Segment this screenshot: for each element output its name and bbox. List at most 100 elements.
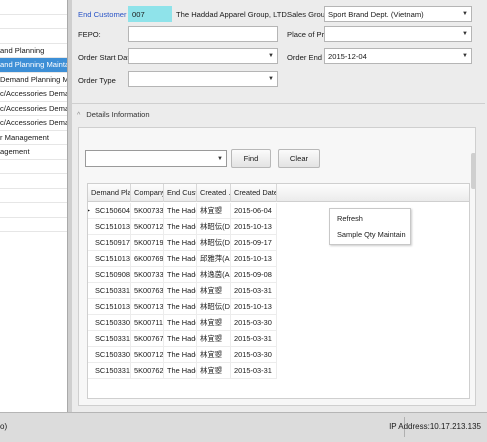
table-cell: SC1509170006 — [88, 235, 131, 251]
status-text: o) — [0, 422, 8, 431]
table-row[interactable]: SC15091700065K007199The Hadd...林昭伝(D...2… — [88, 235, 277, 251]
status-bar: o) IP Address:10.17.213.135 — [0, 412, 487, 442]
collapse-icon[interactable]: ^ — [77, 112, 80, 119]
table-cell: 5K007622 — [131, 363, 164, 379]
menu-item-sample-qty-maintain[interactable]: Sample Qty Maintain — [330, 227, 410, 243]
table-cell: 邱雅萍(A... — [197, 251, 231, 267]
nav-item[interactable]: c/Accessories Demand ... — [0, 87, 67, 102]
table-cell: 5K007331 — [131, 267, 164, 283]
sales-group-select[interactable]: Sport Brand Dept. (Vietnam) ▼ — [324, 6, 472, 22]
table-cell: 林宜曌 — [197, 315, 231, 331]
order-end-date-picker[interactable]: 2015-12-04 ▼ — [324, 48, 472, 64]
column-header[interactable]: Demand Plan... — [88, 184, 131, 202]
table-cell: 5K007120 — [131, 347, 164, 363]
table-cell: 林昭伝(D... — [197, 299, 231, 315]
menu-item-refresh[interactable]: Refresh — [330, 211, 410, 227]
table-row[interactable]: SC15090800045K007331The Hadd...林逸茵(A...2… — [88, 267, 277, 283]
table-cell: 2015-09-17 — [231, 235, 277, 251]
table-row[interactable]: SC15060400045K007336The Hadd...林宜曌2015-0… — [88, 203, 277, 219]
table-row[interactable]: SC15033000275K007120The Hadd...林宜曌2015-0… — [88, 347, 277, 363]
table-cell: SC1509080004 — [88, 267, 131, 283]
table-cell: 5K007199 — [131, 235, 164, 251]
fepo-label: FEPO: — [78, 30, 101, 39]
place-of-production-select[interactable]: ▼ — [324, 26, 472, 42]
table-cell: The Hadd... — [164, 203, 197, 219]
nav-item-demand-planning[interactable]: and Planning — [0, 44, 67, 58]
fepo-input[interactable] — [128, 26, 278, 42]
nav-item[interactable] — [0, 203, 67, 218]
table-cell: 5K007138 — [131, 299, 164, 315]
nav-item[interactable]: r Management — [0, 131, 67, 145]
table-cell: 2015-03-31 — [231, 363, 277, 379]
table-cell: 2015-03-31 — [231, 331, 277, 347]
end-customer-name-field: The Haddad Apparel Group, LTD. — [172, 6, 289, 22]
table-row[interactable]: SC15033100045K007622The Hadd...林宜曌2015-0… — [88, 363, 277, 379]
sales-group-label: Sales Group — [287, 10, 330, 19]
table-cell: 5K007672 — [131, 331, 164, 347]
find-button[interactable]: Find — [231, 149, 271, 168]
order-start-date-picker[interactable]: ▼ — [128, 48, 278, 64]
details-header[interactable]: ^ Details Information — [77, 106, 150, 124]
nav-item[interactable] — [0, 15, 67, 29]
chevron-down-icon[interactable]: ▼ — [268, 76, 274, 82]
table-row[interactable]: SC15033100055K007632The Hadd...林宜曌2015-0… — [88, 283, 277, 299]
scrollbar-thumb[interactable] — [471, 153, 476, 189]
column-header[interactable]: End Cust... — [164, 184, 197, 202]
nav-item[interactable]: c/Accessories Demand ... — [0, 102, 67, 116]
grid-header: Demand Plan... Company... End Cust... Cr… — [88, 184, 469, 202]
table-cell: The Hadd... — [164, 315, 197, 331]
column-header[interactable]: Company... — [131, 184, 164, 202]
column-header[interactable]: Created ... — [197, 184, 231, 202]
chevron-down-icon[interactable]: ▼ — [462, 53, 468, 59]
column-header[interactable]: Created Date — [231, 184, 277, 202]
nav-item-demand-planning-maintain[interactable]: and Planning Maintain — [0, 58, 67, 73]
table-cell: 林宜曌 — [197, 363, 231, 379]
table-cell: 2015-06-04 — [231, 203, 277, 219]
search-combo[interactable]: ▼ — [85, 150, 227, 167]
table-row[interactable]: SC15101300095K007138The Hadd...林昭伝(D...2… — [88, 299, 277, 315]
chevron-down-icon[interactable]: ▼ — [217, 156, 223, 162]
end-customer-code-field[interactable]: 007 — [128, 6, 172, 22]
table-row[interactable]: SC15101300115K007123The Hadd...林昭伝(D...2… — [88, 219, 277, 235]
table-cell: The Hadd... — [164, 251, 197, 267]
table-cell: SC1503300027 — [88, 347, 131, 363]
nav-item[interactable]: Demand Planning Main... — [0, 73, 67, 87]
table-cell: SC1510130012 — [88, 251, 131, 267]
table-cell: The Hadd... — [164, 331, 197, 347]
nav-item[interactable] — [0, 0, 67, 15]
order-type-select[interactable]: ▼ — [128, 71, 278, 87]
nav-item[interactable]: c/Accessories Demand ... — [0, 116, 67, 131]
table-row[interactable]: SC15033100025K007672The Hadd...林宜曌2015-0… — [88, 331, 277, 347]
nav-item[interactable] — [0, 174, 67, 189]
nav-item[interactable] — [0, 189, 67, 203]
details-scrollbar[interactable] — [471, 129, 476, 406]
table-row[interactable]: SC15101300126K007691The Hadd...邱雅萍(A...2… — [88, 251, 277, 267]
table-cell: SC1503310002 — [88, 331, 131, 347]
table-cell: 2015-09-08 — [231, 267, 277, 283]
table-cell: 林宜曌 — [197, 347, 231, 363]
table-cell: 林昭伝(D... — [197, 219, 231, 235]
chevron-down-icon[interactable]: ▼ — [462, 31, 468, 37]
table-cell: 林宜曌 — [197, 203, 231, 219]
clear-button[interactable]: Clear — [278, 149, 320, 168]
table-cell: SC1503310005 — [88, 283, 131, 299]
table-row[interactable]: SC15033000265K007119The Hadd...林宜曌2015-0… — [88, 315, 277, 331]
table-cell: 2015-10-13 — [231, 251, 277, 267]
table-cell: SC1510130009 — [88, 299, 131, 315]
table-cell: 2015-10-13 — [231, 299, 277, 315]
table-cell: SC1503300026 — [88, 315, 131, 331]
table-cell: SC1503310004 — [88, 363, 131, 379]
nav-item[interactable] — [0, 218, 67, 232]
table-cell: The Hadd... — [164, 299, 197, 315]
table-cell: 林昭伝(D... — [197, 235, 231, 251]
order-type-label: Order Type — [78, 76, 116, 85]
chevron-down-icon[interactable]: ▼ — [462, 11, 468, 17]
results-grid: Demand Plan... Company... End Cust... Cr… — [87, 183, 470, 399]
chevron-down-icon[interactable]: ▼ — [268, 53, 274, 59]
table-cell: The Hadd... — [164, 363, 197, 379]
nav-item[interactable] — [0, 29, 67, 44]
nav-item[interactable] — [0, 160, 67, 174]
ip-address: IP Address:10.17.213.135 — [389, 422, 481, 431]
nav-item[interactable]: agement — [0, 145, 67, 160]
details-panel: ▼ Find Clear Demand Plan... Company... E… — [78, 127, 476, 406]
